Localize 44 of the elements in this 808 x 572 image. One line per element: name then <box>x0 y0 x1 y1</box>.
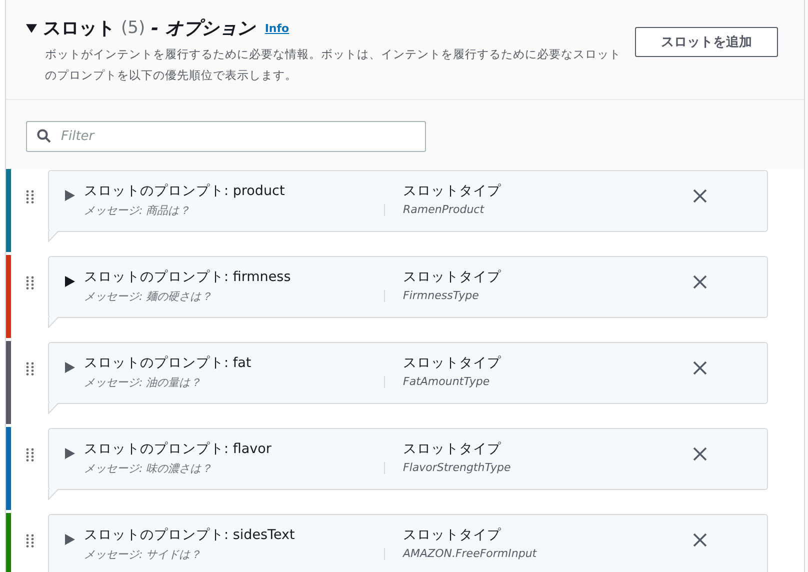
slot-type-label: スロットタイプ <box>403 182 502 200</box>
expand-caret-icon[interactable] <box>65 448 75 459</box>
slot-type-label: スロットタイプ <box>403 268 502 286</box>
slot-message: メッセージ: サイドは？ <box>84 547 202 562</box>
slot-prompt: スロットのプロンプト: fat <box>84 354 252 372</box>
drag-handle-icon[interactable] <box>26 448 34 462</box>
slot-prompt: スロットのプロンプト: flavor <box>84 440 272 458</box>
slot-type-label: スロットタイプ <box>403 354 502 372</box>
close-icon[interactable] <box>693 361 707 375</box>
drag-handle-icon[interactable] <box>26 276 34 290</box>
drag-handle-icon[interactable] <box>26 534 34 548</box>
slot-count: (5) <box>121 18 146 38</box>
slot-type-label: スロットタイプ <box>403 526 502 544</box>
slot-type-value: FirmnessType <box>403 289 480 302</box>
section-title: スロット <box>43 17 115 40</box>
search-icon <box>37 129 51 143</box>
slot-type-label: スロットタイプ <box>403 440 502 458</box>
info-link[interactable]: Info <box>264 22 290 34</box>
section-subtitle: - オプション <box>151 17 255 40</box>
slot-type-value: AMAZON.FreeFormInput <box>403 547 538 560</box>
drag-handle-icon[interactable] <box>26 190 34 204</box>
close-icon[interactable] <box>693 189 707 203</box>
section-description: ボットがインテントを履行するために必要な情報。ボットは、インテントを履行するために必要なスロットのプロンプトを以下の優先順位で表示します。 <box>45 46 622 84</box>
collapse-caret-icon[interactable] <box>26 22 37 34</box>
slot-prompt: スロットのプロンプト: firmness <box>84 268 292 286</box>
close-icon[interactable] <box>693 447 707 461</box>
drag-handle-icon[interactable] <box>26 362 34 376</box>
slot-type-value: RamenProduct <box>403 203 486 216</box>
slot-type-value: FlavorStrengthType <box>403 461 512 474</box>
slot-message: メッセージ: 商品は？ <box>84 203 192 218</box>
slot-prompt: スロットのプロンプト: sidesText <box>84 526 296 544</box>
add-slot-button[interactable]: スロットを追加 <box>635 27 778 57</box>
close-icon[interactable] <box>693 533 707 547</box>
slot-prompt: スロットのプロンプト: product <box>84 182 286 200</box>
slot-message: メッセージ: 味の濃さは？ <box>84 461 214 476</box>
expand-caret-icon[interactable] <box>65 276 75 287</box>
expand-caret-icon[interactable] <box>65 190 75 201</box>
filter-field[interactable]: Filter <box>26 121 426 152</box>
slot-message: メッセージ: 油の量は？ <box>84 375 202 390</box>
expand-caret-icon[interactable] <box>65 362 75 373</box>
close-icon[interactable] <box>693 275 707 289</box>
slot-message: メッセージ: 麺の硬さは？ <box>84 289 214 304</box>
slot-type-value: FatAmountType <box>403 375 491 388</box>
expand-caret-icon[interactable] <box>65 534 75 545</box>
